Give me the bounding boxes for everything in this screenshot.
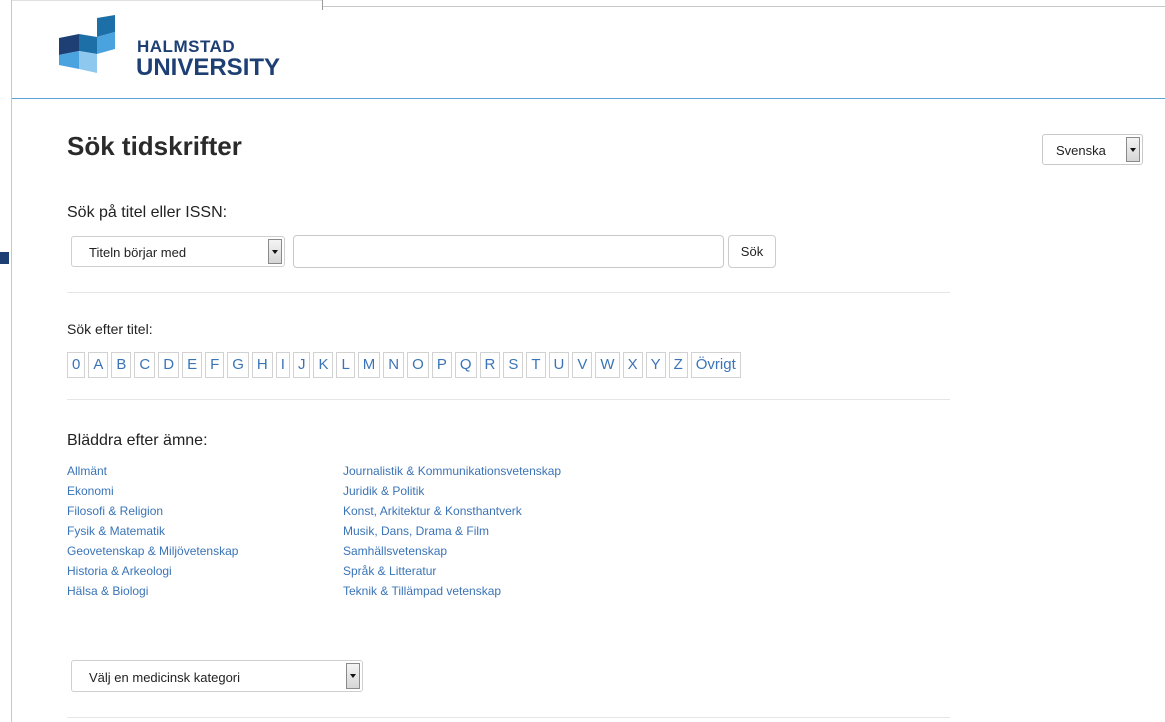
subject-link[interactable]: Allmänt (67, 461, 238, 481)
letter-link[interactable]: A (88, 352, 109, 378)
search-label: Sök på titel eller ISSN: (67, 204, 228, 221)
logo-mark-icon (59, 15, 115, 73)
subject-link[interactable]: Musik, Dans, Drama & Film (343, 521, 561, 541)
letter-link[interactable]: M (357, 352, 381, 378)
letter-link[interactable]: Q (454, 352, 477, 378)
letter-link[interactable]: G (227, 352, 249, 378)
letter-link[interactable]: Övrigt (690, 352, 741, 378)
subject-browse-label: Bläddra efter ämne: (67, 432, 208, 449)
medical-category-select[interactable]: Välj en medicinsk kategori (71, 660, 363, 692)
letter-link[interactable]: K (313, 352, 334, 378)
search-mode-select[interactable]: Titeln börjar med (71, 236, 285, 267)
header-divider (12, 98, 1165, 99)
subject-link[interactable]: Filosofi & Religion (67, 501, 238, 521)
letter-link[interactable]: S (503, 352, 524, 378)
chevron-down-icon[interactable] (1126, 137, 1140, 162)
university-logo[interactable]: HALMSTAD UNIVERSITY (59, 15, 280, 85)
letter-link[interactable]: W (595, 352, 620, 378)
letter-link[interactable]: X (622, 352, 643, 378)
subject-link[interactable]: Journalistik & Kommunikationsvetenskap (343, 461, 561, 481)
section-divider (67, 717, 950, 718)
subject-link[interactable]: Teknik & Tillämpad vetenskap (343, 581, 561, 601)
subject-link[interactable]: Geovetenskap & Miljövetenskap (67, 541, 238, 561)
top-frame-border (12, 0, 322, 1)
letter-link[interactable]: T (526, 352, 546, 378)
letter-link[interactable]: Z (668, 352, 688, 378)
subject-list-right: Journalistik & Kommunikationsvetenskap Ju… (343, 461, 561, 601)
logo-line-1: HALMSTAD (137, 37, 236, 56)
logo-wordmark: HALMSTAD UNIVERSITY (136, 38, 280, 80)
medical-category-value: Välj en medicinsk kategori (89, 670, 241, 685)
letter-link[interactable]: C (134, 352, 156, 378)
letter-link[interactable]: R (479, 352, 501, 378)
letter-link[interactable]: P (431, 352, 452, 378)
letter-link[interactable]: Y (645, 352, 666, 378)
letter-link[interactable]: I (275, 352, 290, 378)
letter-link[interactable]: B (111, 352, 132, 378)
search-input[interactable] (293, 235, 724, 268)
subject-link[interactable]: Språk & Litteratur (343, 561, 561, 581)
side-tab-marker (0, 252, 9, 264)
subject-list-left: Allmänt Ekonomi Filosofi & Religion Fysik &… (67, 461, 238, 601)
chevron-down-icon[interactable] (346, 663, 360, 689)
search-mode-value: Titeln börjar med (89, 245, 187, 260)
page-title: Sök tidskrifter (67, 131, 242, 161)
letter-link[interactable]: F (205, 352, 225, 378)
section-divider (67, 292, 950, 293)
letter-link[interactable]: 0 (67, 352, 86, 378)
letter-link[interactable]: N (383, 352, 405, 378)
letter-link[interactable]: J (292, 352, 311, 378)
letter-link[interactable]: L (336, 352, 355, 378)
subject-link[interactable]: Hälsa & Biologi (67, 581, 238, 601)
letter-link[interactable]: D (158, 352, 180, 378)
logo-line-2: UNIVERSITY (136, 54, 281, 81)
search-button[interactable]: Sök (728, 235, 776, 268)
title-browse-label: Sök efter titel: (67, 321, 153, 337)
subject-link[interactable]: Fysik & Matematik (67, 521, 238, 541)
subject-link[interactable]: Ekonomi (67, 481, 238, 501)
subject-link[interactable]: Juridik & Politik (343, 481, 561, 501)
letter-link[interactable]: V (572, 352, 593, 378)
letter-link[interactable]: O (407, 352, 429, 378)
subject-link[interactable]: Samhällsvetenskap (343, 541, 561, 561)
letter-link[interactable]: E (182, 352, 203, 378)
subject-link[interactable]: Historia & Arkeologi (67, 561, 238, 581)
subject-link[interactable]: Konst, Arkitektur & Konsthantverk (343, 501, 561, 521)
letter-link[interactable]: U (548, 352, 570, 378)
language-select-value: Svenska (1056, 143, 1106, 158)
chevron-down-icon[interactable] (268, 239, 282, 264)
language-select[interactable]: Svenska (1042, 134, 1143, 165)
letter-link[interactable]: H (251, 352, 273, 378)
alphabet-nav: 0 A B C D E F G H I J K L M N O P Q R S T U V W X Y Z Övrigt (67, 352, 741, 378)
section-divider (67, 399, 950, 400)
left-frame-border (11, 0, 12, 722)
